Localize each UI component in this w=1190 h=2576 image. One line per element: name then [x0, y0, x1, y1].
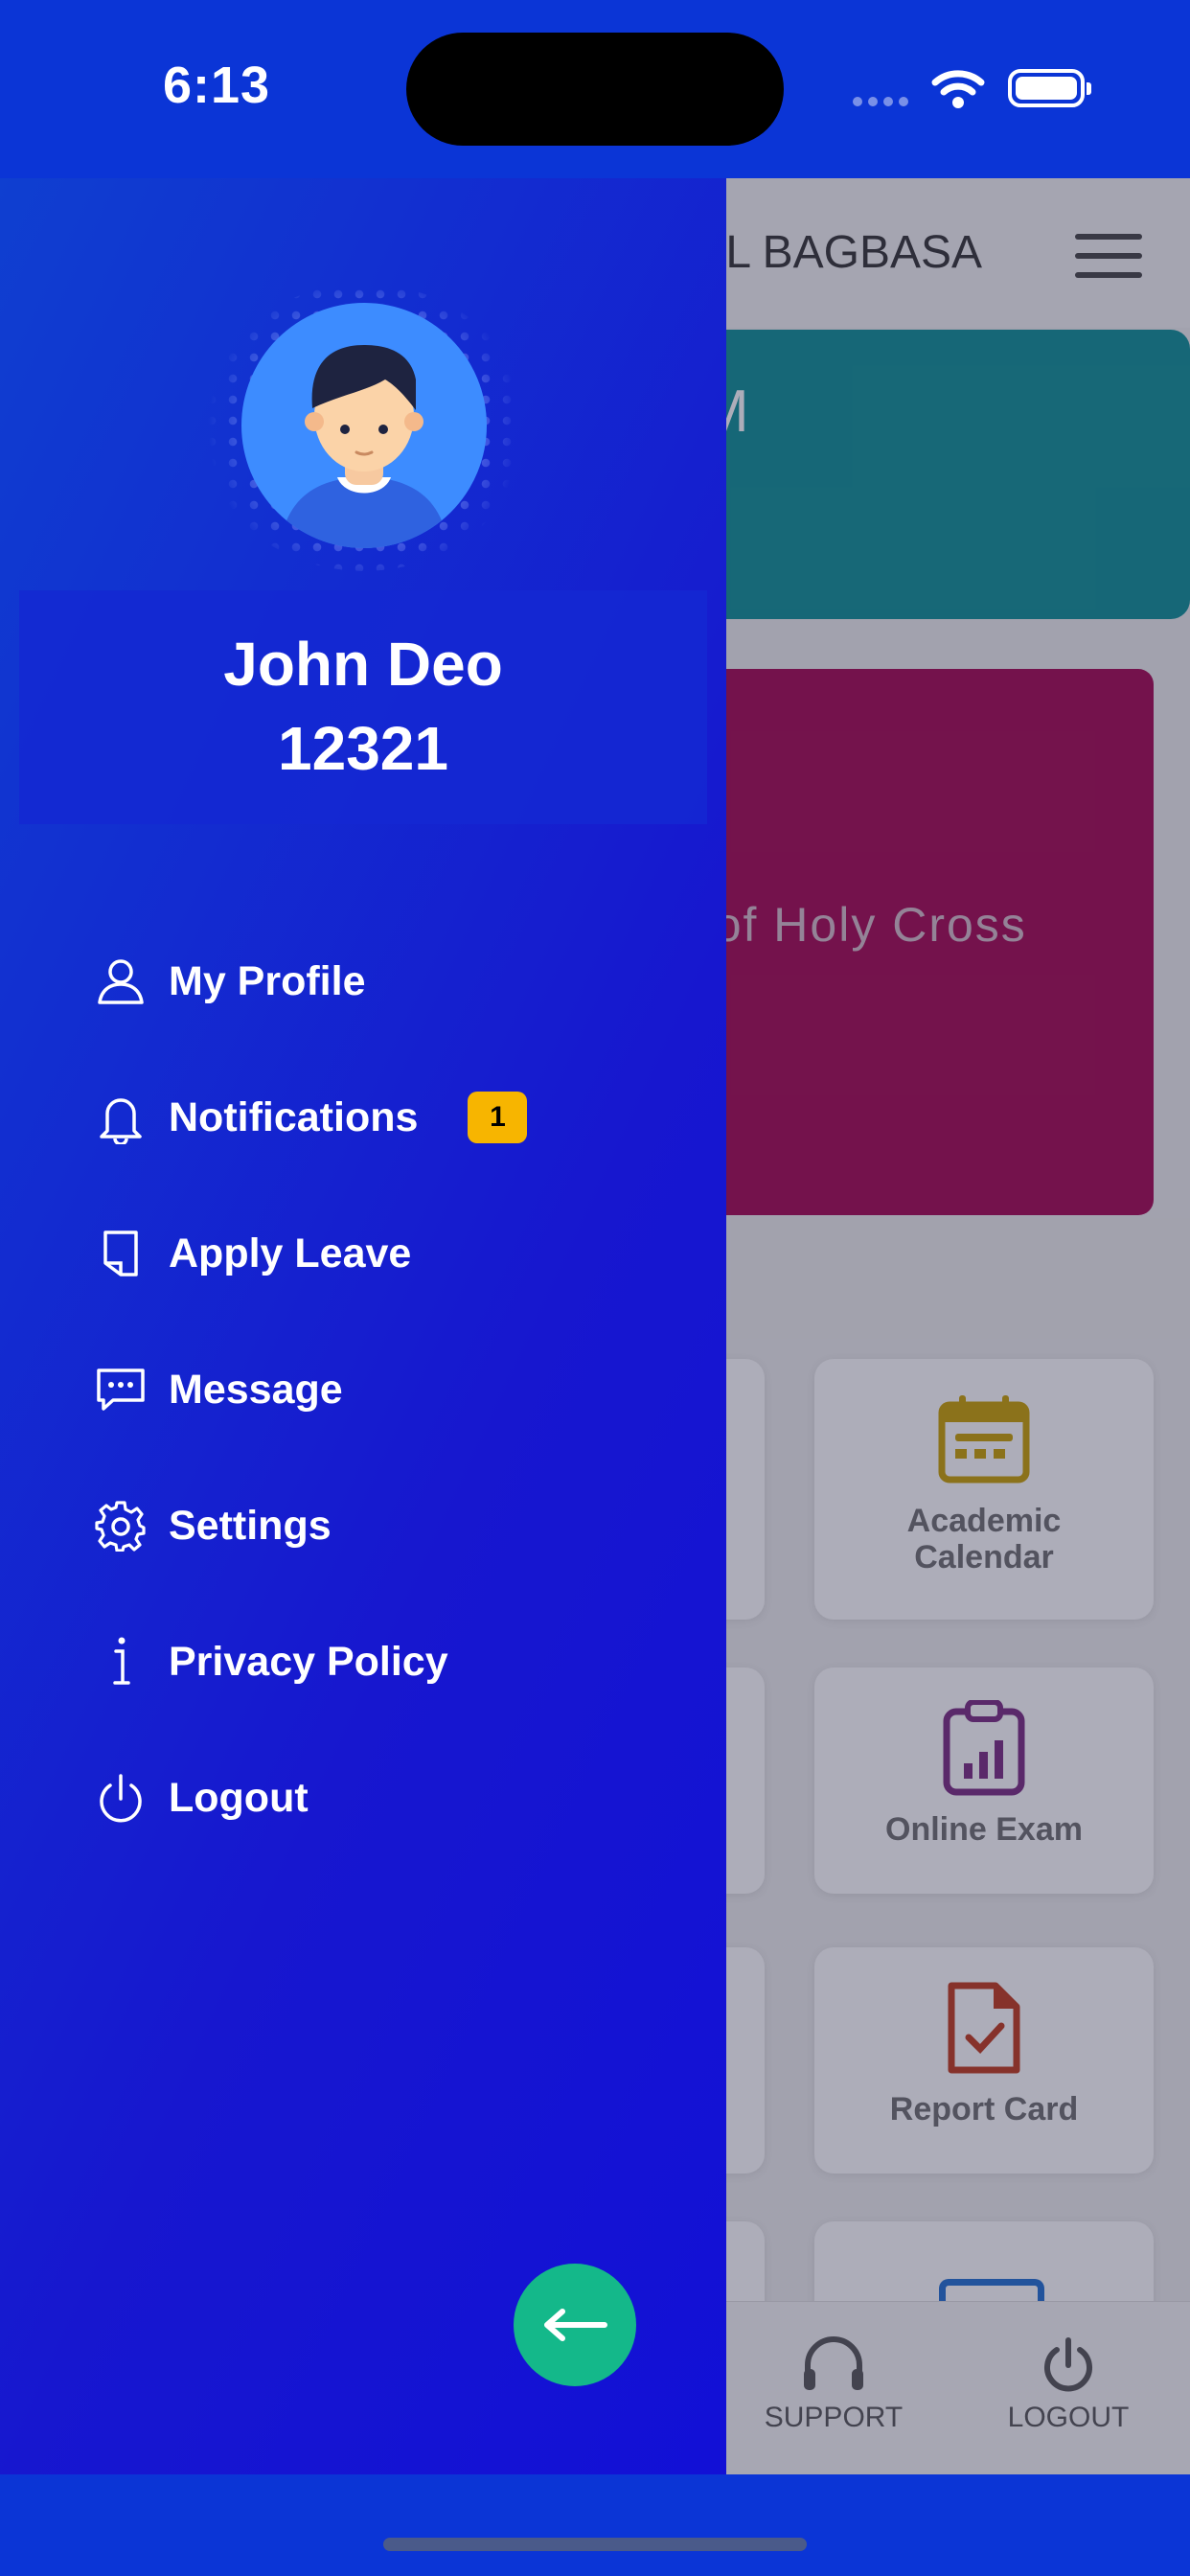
dynamic-island [406, 33, 784, 146]
avatar[interactable] [241, 303, 487, 548]
info-icon [92, 1633, 149, 1690]
menu-item-message[interactable]: Message [92, 1351, 343, 1428]
power-icon [92, 1769, 149, 1827]
bell-icon [92, 1089, 149, 1146]
menu-item-privacy-policy[interactable]: Privacy Policy [92, 1623, 448, 1700]
wifi-icon [931, 70, 985, 108]
status-bar: 6:13 [0, 0, 1190, 178]
close-drawer-button[interactable] [514, 2264, 636, 2386]
user-avatar-illustration [280, 345, 448, 548]
status-time: 6:13 [163, 57, 271, 114]
user-info-box: John Deo 12321 [19, 590, 707, 824]
battery-icon [1008, 69, 1091, 107]
menu-item-settings[interactable]: Settings [92, 1487, 332, 1564]
navigation-drawer: John Deo 12321 My Profile Notifications … [0, 178, 726, 2474]
document-icon [92, 1225, 149, 1282]
menu-label: Logout [169, 1774, 309, 1821]
gear-icon [92, 1497, 149, 1554]
user-id: 12321 [278, 714, 448, 783]
home-indicator [383, 2538, 807, 2551]
menu-item-logout[interactable]: Logout [92, 1760, 309, 1836]
menu-label: Message [169, 1366, 343, 1413]
menu-label: Settings [169, 1502, 332, 1549]
arrow-left-icon [544, 2309, 607, 2341]
menu-item-apply-leave[interactable]: Apply Leave [92, 1215, 411, 1292]
menu-label: Privacy Policy [169, 1638, 448, 1685]
cellular-signal-icon [853, 94, 914, 107]
menu-item-my-profile[interactable]: My Profile [92, 943, 366, 1020]
user-icon [92, 953, 149, 1010]
notification-badge: 1 [468, 1092, 528, 1143]
menu-label: Apply Leave [169, 1230, 412, 1276]
menu-label: Notifications [169, 1093, 419, 1140]
message-icon [92, 1361, 149, 1418]
user-name: John Deo [223, 630, 503, 699]
avatar-container [201, 284, 527, 571]
menu-label: My Profile [169, 957, 366, 1004]
menu-item-notifications[interactable]: Notifications 1 [92, 1079, 528, 1156]
